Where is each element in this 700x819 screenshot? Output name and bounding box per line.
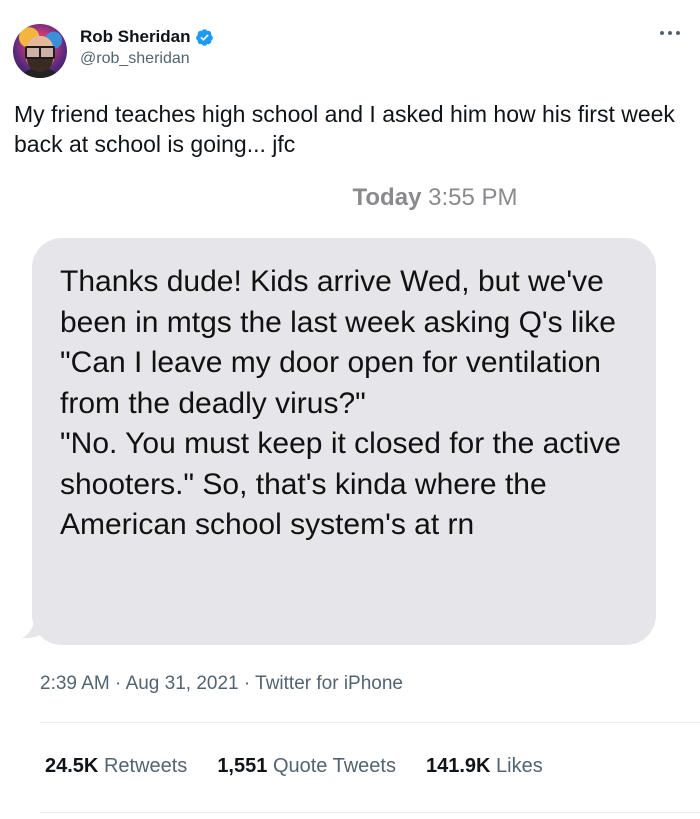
more-options-icon[interactable] xyxy=(660,26,680,40)
retweets-stat[interactable]: 24.5K Retweets xyxy=(45,755,187,778)
avatar[interactable] xyxy=(13,24,67,78)
divider xyxy=(40,722,700,723)
quote-tweets-count: 1,551 xyxy=(217,755,268,777)
tweet-time[interactable]: 2:39 AM xyxy=(40,673,110,694)
message-timestamp-header: Today 3:55 PM xyxy=(0,184,700,212)
message-time: 3:55 PM xyxy=(428,184,518,211)
likes-stat[interactable]: 141.9K Likes xyxy=(426,755,543,778)
tweet-media-image[interactable]: Today 3:55 PM Thanks dude! Kids arrive W… xyxy=(0,170,700,645)
tweet-date[interactable]: Aug 31, 2021 xyxy=(126,673,239,694)
meta-separator: · xyxy=(243,673,251,694)
message-text: Thanks dude! Kids arrive Wed, but we've … xyxy=(60,265,621,541)
tweet-stats: 24.5K Retweets 1,551 Quote Tweets 141.9K… xyxy=(45,755,573,778)
author-handle[interactable]: @rob_sheridan xyxy=(80,50,190,68)
author-name-row: Rob Sheridan xyxy=(80,27,214,47)
likes-label: Likes xyxy=(496,755,543,777)
author-display-name[interactable]: Rob Sheridan xyxy=(80,27,191,47)
retweets-label: Retweets xyxy=(103,755,188,777)
tweet-source[interactable]: Twitter for iPhone xyxy=(255,673,403,694)
retweets-count: 24.5K xyxy=(45,755,99,777)
quote-tweets-stat[interactable]: 1,551 Quote Tweets xyxy=(217,755,396,778)
tweet-text: My friend teaches high school and I aske… xyxy=(14,101,675,157)
likes-count: 141.9K xyxy=(425,755,491,777)
divider xyxy=(40,812,700,813)
quote-tweets-label: Quote Tweets xyxy=(272,755,396,777)
tweet-meta: 2:39 AM · Aug 31, 2021 · Twitter for iPh… xyxy=(40,673,403,695)
message-day: Today xyxy=(352,184,422,211)
verified-badge-icon xyxy=(195,28,213,46)
tweet-card: Rob Sheridan @rob_sheridan My friend tea… xyxy=(0,0,700,819)
meta-separator: · xyxy=(115,673,122,694)
